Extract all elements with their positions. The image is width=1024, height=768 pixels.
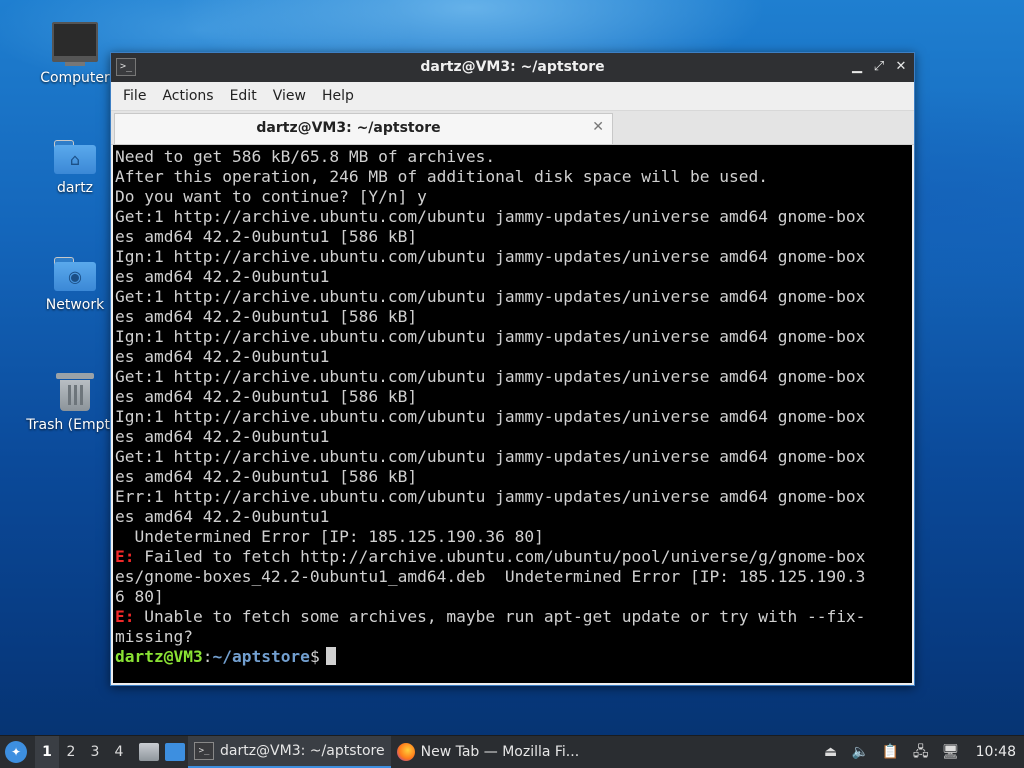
error-tag: E: (115, 607, 135, 626)
update-notifier-icon[interactable]: 🖥 (942, 743, 960, 761)
window-title: dartz@VM3: ~/aptstore (420, 59, 605, 75)
task-label: dartz@VM3: ~/aptstore (220, 743, 385, 759)
terminal-line: Need to get 586 kB/65.8 MB of archives. (115, 147, 496, 166)
firefox-icon (396, 743, 415, 761)
terminal-line: Get:1 http://archive.ubuntu.com/ubuntu j… (115, 287, 866, 306)
terminal-line: Do you want to continue? [Y/n] y (115, 187, 427, 206)
terminal-line: Err:1 http://archive.ubuntu.com/ubuntu j… (115, 487, 866, 506)
terminal-line: 6 80] (115, 587, 164, 606)
workspace-4[interactable]: 4 (107, 744, 131, 760)
terminal-line: Ign:1 http://archive.ubuntu.com/ubuntu j… (115, 247, 866, 266)
prompt-separator: : (202, 647, 213, 666)
window-titlebar[interactable]: >_ dartz@VM3: ~/aptstore ▁ ⤢ ✕ (111, 53, 914, 82)
workspace-2[interactable]: 2 (59, 744, 83, 760)
prompt-user-host: dartz@VM3 (115, 647, 203, 666)
terminal-line: es amd64 42.2-0ubuntu1 [586 kB] (115, 387, 418, 406)
terminal-line: Ign:1 http://archive.ubuntu.com/ubuntu j… (115, 327, 866, 346)
terminal-line: Get:1 http://archive.ubuntu.com/ubuntu j… (115, 207, 866, 226)
maximize-button[interactable]: ⤢ (870, 57, 888, 77)
terminal-output[interactable]: Need to get 586 kB/65.8 MB of archives. … (113, 145, 912, 683)
volume-icon[interactable]: 🔈 (852, 743, 870, 761)
minimize-button[interactable]: ▁ (848, 57, 866, 77)
error-tag: E: (115, 547, 135, 566)
task-terminal[interactable]: >_ dartz@VM3: ~/aptstore (188, 736, 391, 768)
tab-bar: dartz@VM3: ~/aptstore ✕ (111, 111, 914, 145)
terminal-error-line: E: Failed to fetch http://archive.ubuntu… (115, 547, 912, 567)
workspace-3[interactable]: 3 (83, 744, 107, 760)
menu-view[interactable]: View (265, 84, 314, 108)
network-icon[interactable]: 🖧 (912, 743, 930, 761)
terminal-line: es amd64 42.2-0ubuntu1 [586 kB] (115, 467, 418, 486)
prompt-symbol: $ (309, 647, 320, 666)
show-desktop-icon[interactable] (165, 743, 185, 761)
clock[interactable]: 10:48 (976, 744, 1016, 760)
network-folder-icon: ◉ (54, 257, 96, 291)
terminal-line: missing? (115, 627, 193, 646)
clipboard-icon[interactable]: 📋 (882, 743, 900, 761)
trash-icon (56, 373, 94, 411)
terminal-line: Get:1 http://archive.ubuntu.com/ubuntu j… (115, 367, 866, 386)
start-menu-icon[interactable]: ✦ (5, 741, 27, 763)
terminal-line: es/gnome-boxes_42.2-0ubuntu1_amd64.deb U… (115, 567, 866, 586)
terminal-line: es amd64 42.2-0ubuntu1 (115, 347, 330, 366)
menu-edit[interactable]: Edit (222, 84, 265, 108)
taskbar: ✦ 1 2 3 4 >_ dartz@VM3: ~/aptstore New T… (0, 735, 1024, 768)
menu-actions[interactable]: Actions (154, 84, 221, 108)
tab-close-icon[interactable]: ✕ (592, 119, 604, 135)
prompt-path: ~/aptstore (212, 647, 310, 666)
system-tray: ⏏ 🔈 📋 🖧 🖥 10:48 (816, 743, 1024, 761)
error-text: Unable to fetch some archives, maybe run… (134, 607, 866, 626)
close-button[interactable]: ✕ (892, 57, 910, 77)
terminal-line: es amd64 42.2-0ubuntu1 (115, 507, 330, 526)
terminal-prompt-line[interactable]: dartz@VM3:~/aptstore$ (115, 647, 912, 667)
menu-bar: File Actions Edit View Help (111, 82, 914, 111)
terminal-line: After this operation, 246 MB of addition… (115, 167, 768, 186)
file-manager-icon[interactable] (139, 743, 159, 761)
terminal-tab[interactable]: dartz@VM3: ~/aptstore ✕ (114, 113, 613, 144)
task-label: New Tab — Mozilla Fi... (420, 744, 580, 760)
menu-file[interactable]: File (115, 84, 154, 108)
menu-help[interactable]: Help (314, 84, 362, 108)
terminal-error-line: E: Unable to fetch some archives, maybe … (115, 607, 912, 627)
terminal-line: es amd64 42.2-0ubuntu1 (115, 267, 330, 286)
error-text: Failed to fetch http://archive.ubuntu.co… (134, 547, 866, 566)
eject-icon[interactable]: ⏏ (822, 743, 840, 761)
tab-title: dartz@VM3: ~/aptstore (256, 120, 441, 136)
terminal-line: Undetermined Error [IP: 185.125.190.36 8… (115, 527, 544, 546)
workspace-1[interactable]: 1 (35, 736, 59, 768)
terminal-window[interactable]: >_ dartz@VM3: ~/aptstore ▁ ⤢ ✕ File Acti… (110, 52, 915, 686)
task-firefox[interactable]: New Tab — Mozilla Fi... (391, 736, 586, 768)
terminal-line: Ign:1 http://archive.ubuntu.com/ubuntu j… (115, 407, 866, 426)
terminal-line: es amd64 42.2-0ubuntu1 [586 kB] (115, 307, 418, 326)
terminal-line: Get:1 http://archive.ubuntu.com/ubuntu j… (115, 447, 866, 466)
terminal-cursor (325, 647, 336, 665)
home-folder-icon: ⌂ (54, 140, 96, 174)
terminal-line: es amd64 42.2-0ubuntu1 [586 kB] (115, 227, 418, 246)
terminal-icon: >_ (194, 742, 214, 760)
terminal-line: es amd64 42.2-0ubuntu1 (115, 427, 330, 446)
